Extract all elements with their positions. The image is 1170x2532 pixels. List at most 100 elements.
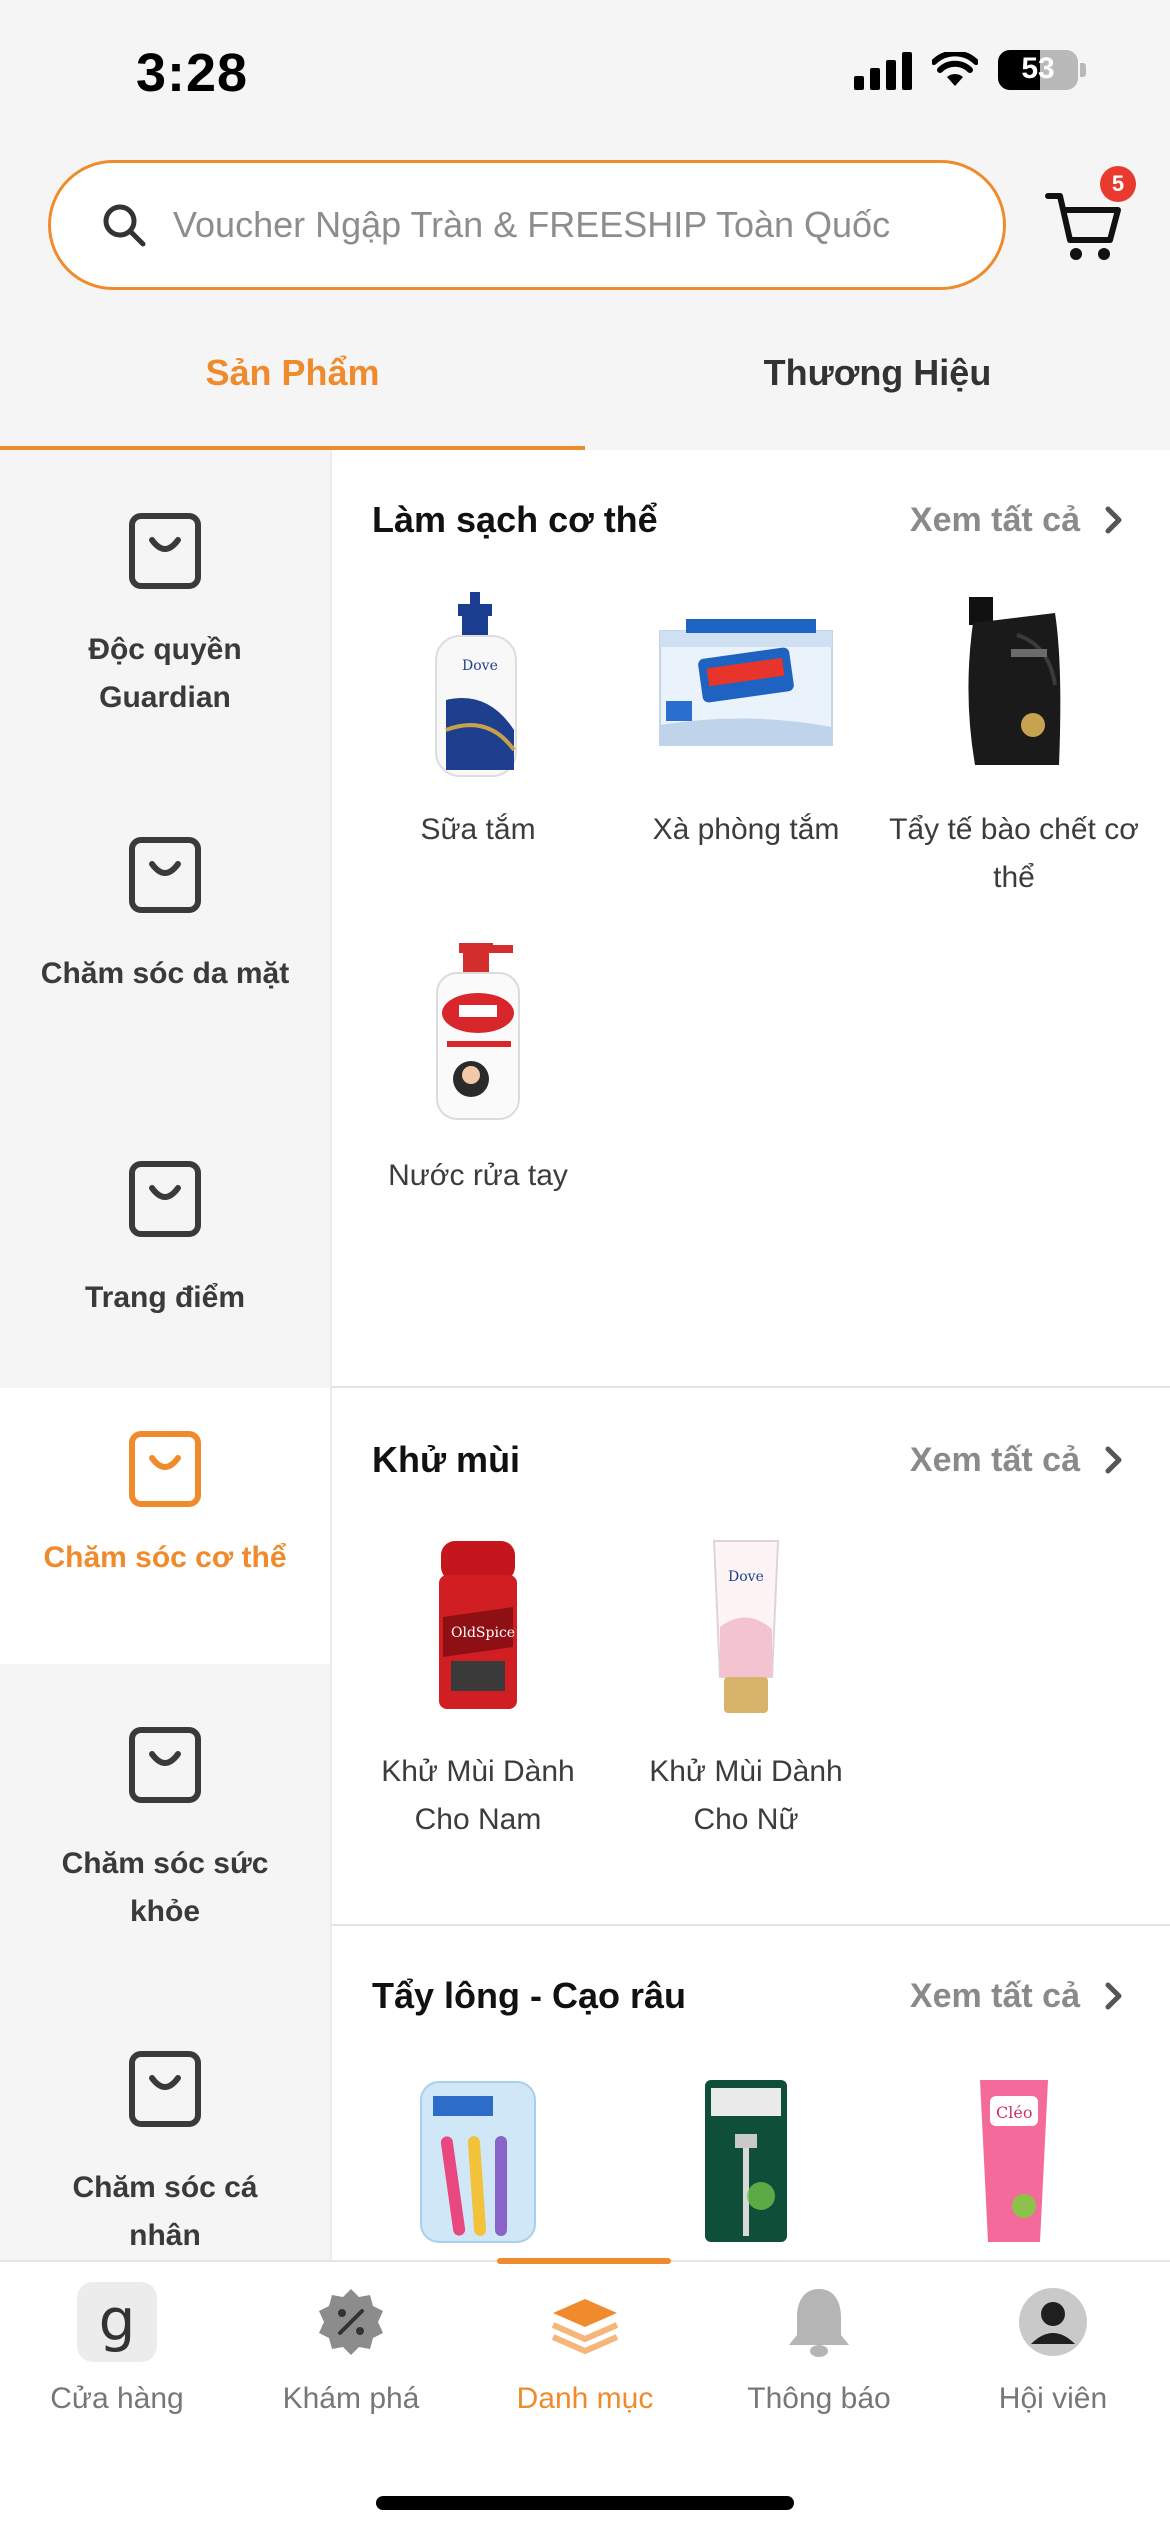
chevron-right-icon [1105, 1982, 1122, 2010]
product-name: Sữa tắm [420, 813, 536, 846]
svg-text:g: g [99, 2286, 136, 2354]
cart-button[interactable]: 5 [1044, 166, 1136, 266]
product-name: Xà phòng tắm [652, 813, 840, 846]
product-image: Dove [378, 590, 578, 780]
product-image [378, 2066, 578, 2256]
product-name: Tẩy tế bào chết cơ thể [889, 813, 1139, 894]
product-image: Cléo [914, 2066, 1114, 2256]
subcategory-panel: Làm sạch cơ thể Xem tất cả Dove Sữa tắm … [332, 450, 1170, 2260]
svg-text:Dove: Dove [728, 1569, 764, 1585]
sidebar-item-health-care[interactable]: Chăm sóc sức khỏe [0, 1664, 330, 1988]
section-title: Làm sạch cơ thể [372, 499, 658, 540]
product-image: Dove [646, 1532, 846, 1722]
product-image [646, 590, 846, 780]
shopping-bag-icon [129, 837, 201, 913]
section-deodorant: Khử mùi Xem tất cả OldSpice Khử Mùi Dành… [332, 1388, 1170, 1926]
see-all-link[interactable]: Xem tất cả [910, 1441, 1124, 1480]
nav-label: Khám phá [282, 2382, 420, 2415]
svg-text:Dove: Dove [462, 658, 498, 674]
cart-badge: 5 [1100, 166, 1136, 202]
wifi-icon [932, 52, 978, 86]
shopping-bag-icon [129, 513, 201, 589]
status-indicators: 53 [854, 50, 1086, 90]
status-bar: 3:28 53 [0, 0, 1170, 150]
search-bar[interactable] [48, 160, 1006, 290]
shopping-bag-icon [129, 1431, 201, 1507]
product-tile[interactable] [612, 2066, 880, 2260]
product-name: Nước rửa tay [388, 1159, 568, 1192]
nav-categories[interactable]: Danh mục [468, 2280, 702, 2416]
layers-icon [543, 2280, 627, 2364]
nav-label: Thông báo [747, 2382, 891, 2415]
shopping-bag-icon [129, 1727, 201, 1803]
battery-icon: 53 [998, 50, 1086, 90]
product-name: Khử Mùi Dành Cho Nam [381, 1755, 575, 1836]
category-tabs: Sản Phẩm Thương Hiệu [0, 330, 1170, 450]
sidebar-item-label: Chăm sóc cơ thể [43, 1541, 287, 1574]
see-all-link[interactable]: Xem tất cả [910, 501, 1124, 540]
tab-brands[interactable]: Thương Hiệu [585, 330, 1170, 450]
svg-text:Cléo: Cléo [996, 2103, 1032, 2122]
nav-notifications[interactable]: Thông báo [702, 2280, 936, 2416]
see-all-link[interactable]: Xem tất cả [910, 1977, 1124, 2016]
sidebar-item-personal-care[interactable]: Chăm sóc cá nhân [0, 1988, 330, 2260]
product-image [914, 590, 1114, 780]
app-screen: 3:28 53 Voucher Ngập Tràn & FREESHIP Toà… [0, 0, 1170, 2532]
section-header: Làm sạch cơ thể Xem tất cả [332, 450, 1170, 590]
product-name: Khử Mùi Dành Cho Nữ [649, 1755, 843, 1836]
home-indicator [376, 2496, 794, 2510]
product-tile[interactable]: Nước rửa tay [344, 936, 612, 1200]
shopping-bag-icon [129, 2051, 201, 2127]
sidebar-item-label: Độc quyền Guardian [88, 633, 242, 714]
nav-membership[interactable]: Hội viên [936, 2280, 1170, 2416]
sidebar-item-face-care[interactable]: Chăm sóc da mặt [0, 774, 330, 1098]
product-tile[interactable]: Cléo [880, 2066, 1148, 2260]
product-tile[interactable]: Tẩy tế bào chết cơ thể [880, 590, 1148, 902]
product-grid: Cléo [332, 2066, 1170, 2260]
nav-label: Hội viên [998, 2382, 1108, 2415]
shopping-bag-icon [129, 1161, 201, 1237]
svg-text:OldSpice: OldSpice [451, 1625, 515, 1641]
sidebar-item-body-care[interactable]: Chăm sóc cơ thể [0, 1388, 330, 1664]
sidebar-item-makeup[interactable]: Trang điểm [0, 1098, 330, 1388]
store-g-icon: g [75, 2280, 159, 2364]
section-title: Khử mùi [372, 1439, 521, 1480]
user-avatar-icon [1011, 2280, 1095, 2364]
bottom-navigation: g Cửa hàng Khám phá Danh mục Thông báo H… [0, 2258, 1170, 2532]
sidebar-item-label: Chăm sóc sức khỏe [61, 1847, 269, 1928]
product-image [646, 2066, 846, 2256]
sidebar-item-label: Chăm sóc da mặt [40, 957, 290, 990]
see-all-label: Xem tất cả [909, 500, 1080, 539]
sidebar-item-label: Trang điểm [84, 1281, 246, 1314]
chevron-right-icon [1105, 506, 1122, 534]
cellular-signal-icon [854, 50, 912, 90]
tab-products[interactable]: Sản Phẩm [0, 330, 585, 450]
product-tile[interactable]: Dove Sữa tắm [344, 590, 612, 902]
nav-label: Danh mục [516, 2382, 654, 2415]
nav-label: Cửa hàng [50, 2382, 184, 2415]
section-title: Tẩy lông - Cạo râu [372, 1975, 687, 2016]
see-all-label: Xem tất cả [909, 1976, 1080, 2015]
nav-store[interactable]: g Cửa hàng [0, 2280, 234, 2416]
product-tile[interactable]: Xà phòng tắm [612, 590, 880, 902]
sidebar-item-guardian-exclusive[interactable]: Độc quyền Guardian [0, 450, 330, 774]
active-tab-indicator [497, 2258, 671, 2264]
section-hair-removal-shaving: Tẩy lông - Cạo râu Xem tất cả Cléo [332, 1926, 1170, 2260]
section-header: Tẩy lông - Cạo râu Xem tất cả [332, 1926, 1170, 2066]
sidebar-item-label: Chăm sóc cá nhân [72, 2171, 258, 2252]
category-sidebar: Độc quyền Guardian Chăm sóc da mặt Trang… [0, 450, 330, 2260]
section-body-cleansing: Làm sạch cơ thể Xem tất cả Dove Sữa tắm … [332, 450, 1170, 1388]
nav-explore[interactable]: Khám phá [234, 2280, 468, 2416]
search-input[interactable] [173, 204, 973, 246]
section-header: Khử mùi Xem tất cả [332, 1388, 1170, 1532]
product-image [378, 936, 578, 1126]
bell-icon [777, 2280, 861, 2364]
discount-badge-icon [309, 2280, 393, 2364]
product-tile[interactable]: OldSpice Khử Mùi Dành Cho Nam [344, 1532, 612, 1844]
chevron-right-icon [1105, 1446, 1122, 1474]
product-tile[interactable] [344, 2066, 612, 2260]
product-grid: OldSpice Khử Mùi Dành Cho Nam Dove Khử M… [332, 1532, 1170, 1878]
product-grid: Dove Sữa tắm Xà phòng tắm Tẩy tế bào chế… [332, 590, 1170, 1234]
product-tile[interactable]: Dove Khử Mùi Dành Cho Nữ [612, 1532, 880, 1844]
product-image: OldSpice [378, 1532, 578, 1722]
